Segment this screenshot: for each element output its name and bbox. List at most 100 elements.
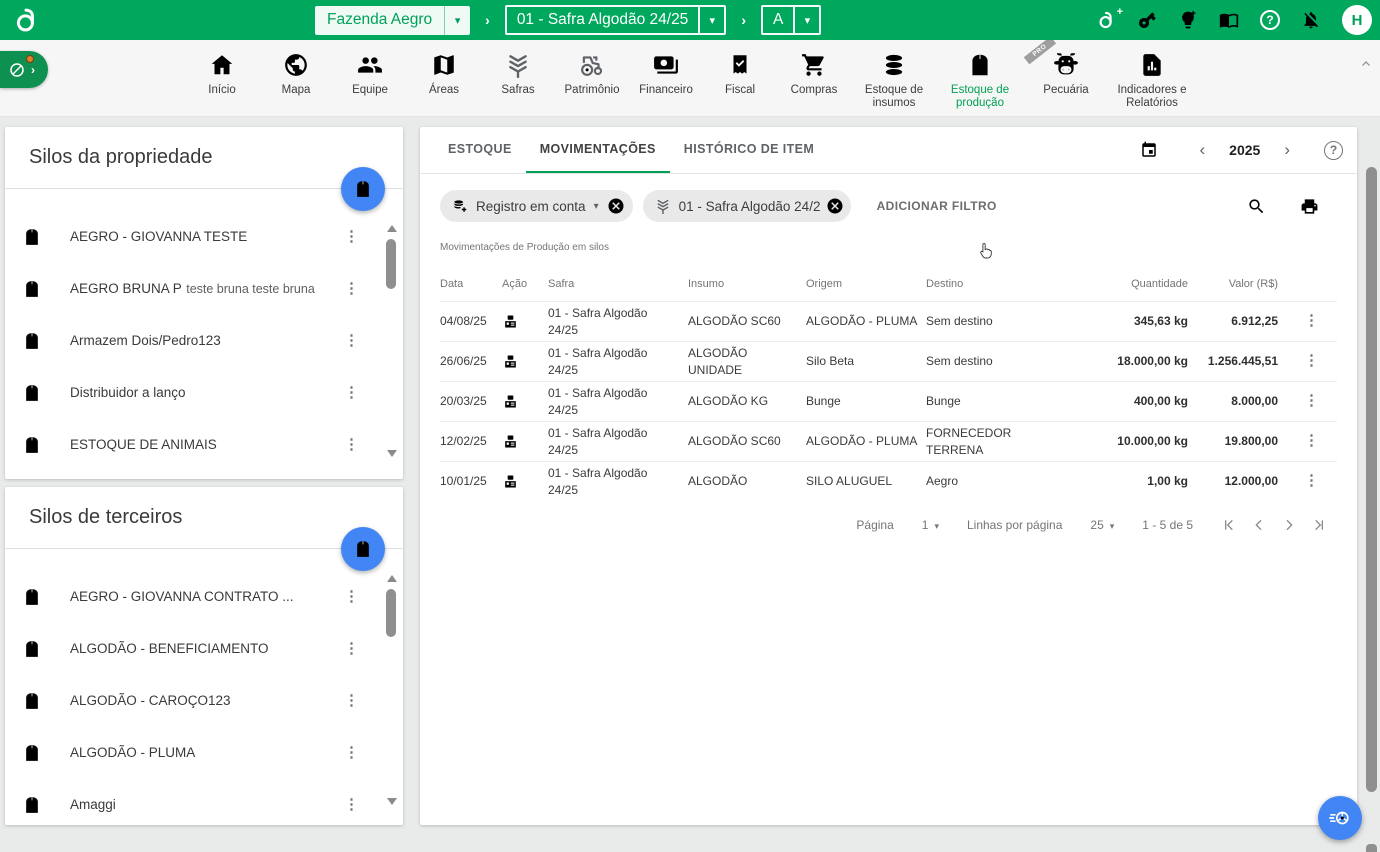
search-icon[interactable] <box>1247 197 1266 216</box>
key-icon[interactable] <box>1137 10 1157 30</box>
nav-item-fiscal[interactable]: Fiscal <box>703 40 777 116</box>
farm-selector[interactable]: Fazenda Aegro ▾ <box>315 6 470 35</box>
help-glyph: ? <box>1330 143 1337 157</box>
scroll-up-icon[interactable] <box>387 575 397 582</box>
row-menu-button[interactable]: ⋮ <box>1304 352 1319 369</box>
idea-lightbulb-icon[interactable] <box>1178 10 1198 30</box>
nav-item-patrimonio[interactable]: Patrimônio <box>555 40 629 116</box>
next-page-button[interactable] <box>1281 517 1297 533</box>
silo-menu-button[interactable]: ⋮ <box>344 438 359 452</box>
silo-menu-button[interactable]: ⋮ <box>344 282 359 296</box>
next-year-button[interactable]: › <box>1266 140 1308 160</box>
knowledge-book-icon[interactable] <box>1219 10 1239 30</box>
nav-item-financeiro[interactable]: Financeiro <box>629 40 703 116</box>
safra-selector[interactable]: 01 - Safra Algodão 24/25 ▾ <box>505 5 727 35</box>
nav-item-compras[interactable]: Compras <box>777 40 851 116</box>
feedback-drawer-tab[interactable]: › <box>0 51 48 88</box>
silo-list-item[interactable]: AEGRO - GIOVANNA TESTE ⋮ <box>5 211 403 263</box>
sub-selector[interactable]: A ▾ <box>761 5 821 35</box>
last-page-button[interactable] <box>1311 517 1327 533</box>
scroll-thumb[interactable] <box>1366 167 1377 792</box>
chevron-down-icon[interactable]: ▾ <box>805 14 811 27</box>
silo-menu-button[interactable]: ⋮ <box>344 230 359 244</box>
silo-menu-button[interactable]: ⋮ <box>344 386 359 400</box>
previous-page-button[interactable] <box>1251 517 1267 533</box>
tab-estoque[interactable]: ESTOQUE <box>434 127 526 173</box>
user-avatar[interactable]: H <box>1342 5 1372 35</box>
third-silos-scrollbar[interactable] <box>385 567 399 813</box>
chip-label: Registro em conta <box>476 199 586 214</box>
table-row[interactable]: 10/01/25 01 - Safra Algodão 24/25 ALGODÃ… <box>440 461 1337 501</box>
add-third-silo-button[interactable] <box>341 527 385 571</box>
nav-item-indicadores[interactable]: Indicadores e Relatórios <box>1109 40 1195 116</box>
silo-list-item[interactable]: ALGODÃO - CAROÇO123 ⋮ <box>5 675 403 727</box>
calendar-icon[interactable] <box>1140 141 1158 159</box>
cell-safra: 01 - Safra Algodão 24/25 <box>548 465 688 497</box>
nav-item-areas[interactable]: Áreas <box>407 40 481 116</box>
notifications-off-icon[interactable] <box>1301 10 1321 30</box>
tab-movimentacoes[interactable]: MOVIMENTAÇÕES <box>526 127 670 173</box>
page-select[interactable]: 1▾ <box>922 518 939 532</box>
table-row[interactable]: 20/03/25 01 - Safra Algodão 24/25 ALGODÃ… <box>440 381 1337 421</box>
add-filter-button[interactable]: ADICIONAR FILTRO <box>877 199 997 213</box>
scroll-down-icon[interactable] <box>387 450 397 457</box>
silo-menu-button[interactable]: ⋮ <box>344 642 359 656</box>
own-silos-scrollbar[interactable] <box>385 217 399 465</box>
silo-list-item[interactable]: AEGRO BRUNA P teste bruna teste bruna ⋮ <box>5 263 403 315</box>
cell-destino: Bunge <box>926 393 1056 409</box>
nav-label: Mapa <box>282 84 311 97</box>
scroll-down-icon[interactable] <box>387 798 397 805</box>
chevron-down-icon[interactable]: ▾ <box>710 14 716 27</box>
row-menu-button[interactable]: ⋮ <box>1304 312 1319 329</box>
chevron-down-icon[interactable]: ▾ <box>455 14 461 27</box>
scroll-thumb[interactable] <box>386 589 396 637</box>
silo-list-item[interactable]: AEGRO - GIOVANNA CONTRATO ... ⋮ <box>5 571 403 623</box>
first-page-button[interactable] <box>1221 517 1237 533</box>
silo-icon <box>22 383 42 403</box>
print-icon[interactable] <box>1300 197 1319 216</box>
tab-historico-item[interactable]: HISTÓRICO DE ITEM <box>670 127 828 173</box>
scroll-thumb[interactable] <box>386 239 396 289</box>
silo-menu-button[interactable]: ⋮ <box>344 590 359 604</box>
nav-item-estoque-insumos[interactable]: Estoque de insumos <box>851 40 937 116</box>
scroll-up-icon[interactable] <box>387 225 397 232</box>
row-menu-button[interactable]: ⋮ <box>1304 472 1319 489</box>
remove-filter-icon[interactable] <box>607 197 625 215</box>
help-icon[interactable]: ? <box>1324 141 1343 160</box>
nav-item-pecuaria[interactable]: PRO Pecuária <box>1023 40 1109 116</box>
rows-per-page-select[interactable]: 25▾ <box>1090 518 1114 532</box>
filter-chip-safra[interactable]: 01 - Safra Algodão 24/2 <box>643 190 851 222</box>
nav-item-equipe[interactable]: Equipe <box>333 40 407 116</box>
collapse-nav-button[interactable] <box>1360 58 1372 70</box>
quick-actions-fab[interactable] <box>1318 796 1362 840</box>
filter-chip-registro[interactable]: Registro em conta ▾ <box>440 190 633 222</box>
silo-list-item[interactable]: Amaggi ⋮ <box>5 779 403 831</box>
nav-item-inicio[interactable]: Início <box>185 40 259 116</box>
previous-year-button[interactable]: ‹ <box>1182 140 1224 160</box>
silo-list-item[interactable]: ESTOQUE DE ANIMAIS ⋮ <box>5 419 403 471</box>
page-scrollbar[interactable] <box>1364 125 1379 852</box>
silo-menu-button[interactable]: ⋮ <box>344 334 359 348</box>
silo-menu-button[interactable]: ⋮ <box>344 746 359 760</box>
silo-list-item[interactable]: ALGODÃO - BENEFICIAMENTO ⋮ <box>5 623 403 675</box>
table-row[interactable]: 26/06/25 01 - Safra Algodão 24/25 ALGODÃ… <box>440 341 1337 381</box>
silo-list-item[interactable]: Distribuidor a lanço ⋮ <box>5 367 403 419</box>
aegro-plus-button[interactable]: + <box>1096 10 1116 30</box>
row-menu-button[interactable]: ⋮ <box>1304 432 1319 449</box>
silo-icon <box>353 539 373 559</box>
help-icon[interactable]: ? <box>1260 10 1280 30</box>
silo-menu-button[interactable]: ⋮ <box>344 694 359 708</box>
silo-menu-button[interactable]: ⋮ <box>344 798 359 812</box>
table-row[interactable]: 12/02/25 01 - Safra Algodão 24/25 ALGODÃ… <box>440 421 1337 461</box>
nav-item-estoque-producao[interactable]: Estoque de produção <box>937 40 1023 116</box>
remove-filter-icon[interactable] <box>826 197 844 215</box>
row-menu-button[interactable]: ⋮ <box>1304 392 1319 409</box>
table-row[interactable]: 04/08/25 01 - Safra Algodão 24/25 ALGODÃ… <box>440 301 1337 341</box>
silo-list-item[interactable]: Armazem Dois/Pedro123 ⋮ <box>5 315 403 367</box>
nav-item-mapa[interactable]: Mapa <box>259 40 333 116</box>
silo-list-item[interactable]: ALGODÃO - PLUMA ⋮ <box>5 727 403 779</box>
nav-item-safras[interactable]: Safras <box>481 40 555 116</box>
silo-icon <box>22 639 42 659</box>
chevron-down-icon[interactable]: ▾ <box>594 201 599 212</box>
add-silo-button[interactable] <box>341 167 385 211</box>
